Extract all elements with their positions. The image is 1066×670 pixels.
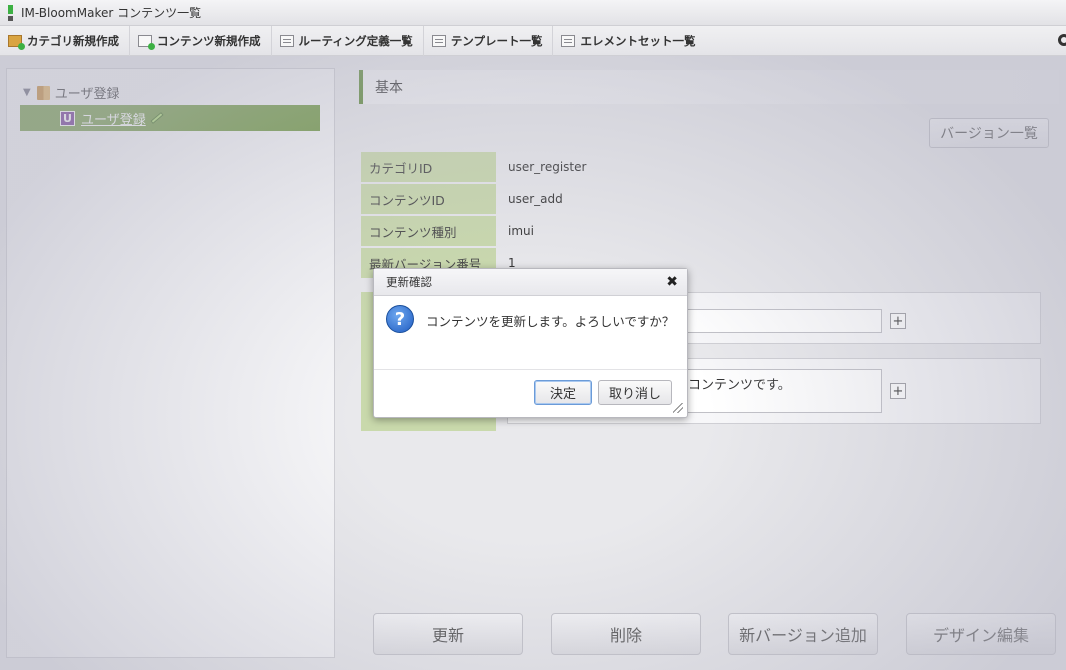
info-label: カテゴリID (361, 152, 496, 182)
list-icon (561, 34, 576, 47)
info-label: コンテンツ種別 (361, 216, 496, 246)
update-button[interactable]: 更新 (373, 613, 523, 655)
category-tree-panel: ▼ ユーザ登録 U ユーザ登録 (6, 68, 335, 658)
info-row-category-id: カテゴリID user_register (361, 152, 586, 182)
info-row-content-type: コンテンツ種別 imui (361, 216, 534, 246)
window-titlebar: IM-BloomMaker コンテンツ一覧 (0, 0, 1066, 26)
folder-icon (36, 85, 50, 100)
dialog-ok-button[interactable]: 決定 (534, 380, 592, 405)
list-icon (431, 34, 446, 47)
content-type-badge: U (60, 110, 75, 126)
pencil-icon (150, 111, 164, 125)
dialog-titlebar[interactable]: 更新確認 ✖ (374, 269, 687, 296)
toolbar-new-content-label: コンテンツ新規作成 (157, 33, 261, 48)
gear-icon[interactable] (1058, 34, 1066, 46)
info-value: user_add (508, 192, 563, 206)
add-version-button[interactable]: 新バージョン追加 (728, 613, 878, 655)
section-title: 基本 (375, 80, 403, 96)
document-add-icon (138, 34, 155, 50)
resize-grip-icon[interactable] (673, 403, 683, 413)
dialog-cancel-button[interactable]: 取り消し (598, 380, 672, 405)
update-confirm-dialog: 更新確認 ✖ ? コンテンツを更新します。よろしいですか？ 決定 取り消し (373, 268, 688, 418)
question-icon: ? (386, 305, 414, 333)
delete-button[interactable]: 削除 (551, 613, 701, 655)
info-label: コンテンツID (361, 184, 496, 214)
toolbar-new-category-button[interactable]: カテゴリ新規作成 (0, 25, 130, 56)
tree-node-category[interactable]: ▼ ユーザ登録 (23, 83, 119, 102)
window-title: IM-BloomMaker コンテンツ一覧 (21, 6, 202, 20)
info-value: imui (508, 224, 534, 238)
info-value: user_register (508, 160, 587, 174)
add-name-locale-button[interactable]: + (890, 313, 906, 329)
toolbar-routing-list-label: ルーティング定義一覧 (298, 33, 413, 48)
toolbar-new-category-label: カテゴリ新規作成 (27, 33, 119, 48)
dialog-message: コンテンツを更新します。よろしいですか？ (426, 314, 675, 329)
edit-design-button[interactable]: デザイン編集 (906, 613, 1056, 655)
version-list-button[interactable]: バージョン一覧 (929, 118, 1049, 148)
list-icon (279, 34, 294, 47)
section-header-basic: 基本 (359, 70, 1059, 104)
close-icon[interactable]: ✖ (666, 274, 678, 290)
folder-add-icon (8, 34, 25, 50)
triangle-down-icon[interactable]: ▼ (23, 87, 31, 98)
toolbar-template-list-label: テンプレート一覧 (450, 33, 543, 48)
add-description-locale-button[interactable]: + (890, 383, 906, 399)
tree-node-content-selected[interactable]: U ユーザ登録 (20, 105, 320, 131)
toolbar: カテゴリ新規作成 コンテンツ新規作成 ルーティング定義一覧 テンプレート一覧 エ… (0, 25, 1066, 56)
dialog-title: 更新確認 (386, 275, 432, 289)
toolbar-routing-list-button[interactable]: ルーティング定義一覧 (272, 25, 424, 56)
app-logo-icon (8, 4, 13, 21)
tree-node-category-label: ユーザ登録 (54, 87, 120, 102)
toolbar-new-content-button[interactable]: コンテンツ新規作成 (130, 25, 272, 56)
dialog-body: ? コンテンツを更新します。よろしいですか？ (374, 296, 687, 370)
toolbar-elementset-list-label: エレメントセット一覧 (580, 33, 696, 48)
toolbar-template-list-button[interactable]: テンプレート一覧 (424, 25, 554, 56)
toolbar-elementset-list-button[interactable]: エレメントセット一覧 (553, 26, 705, 56)
info-row-content-id: コンテンツID user_add (361, 184, 563, 214)
tree-node-content-label[interactable]: ユーザ登録 (81, 109, 146, 128)
